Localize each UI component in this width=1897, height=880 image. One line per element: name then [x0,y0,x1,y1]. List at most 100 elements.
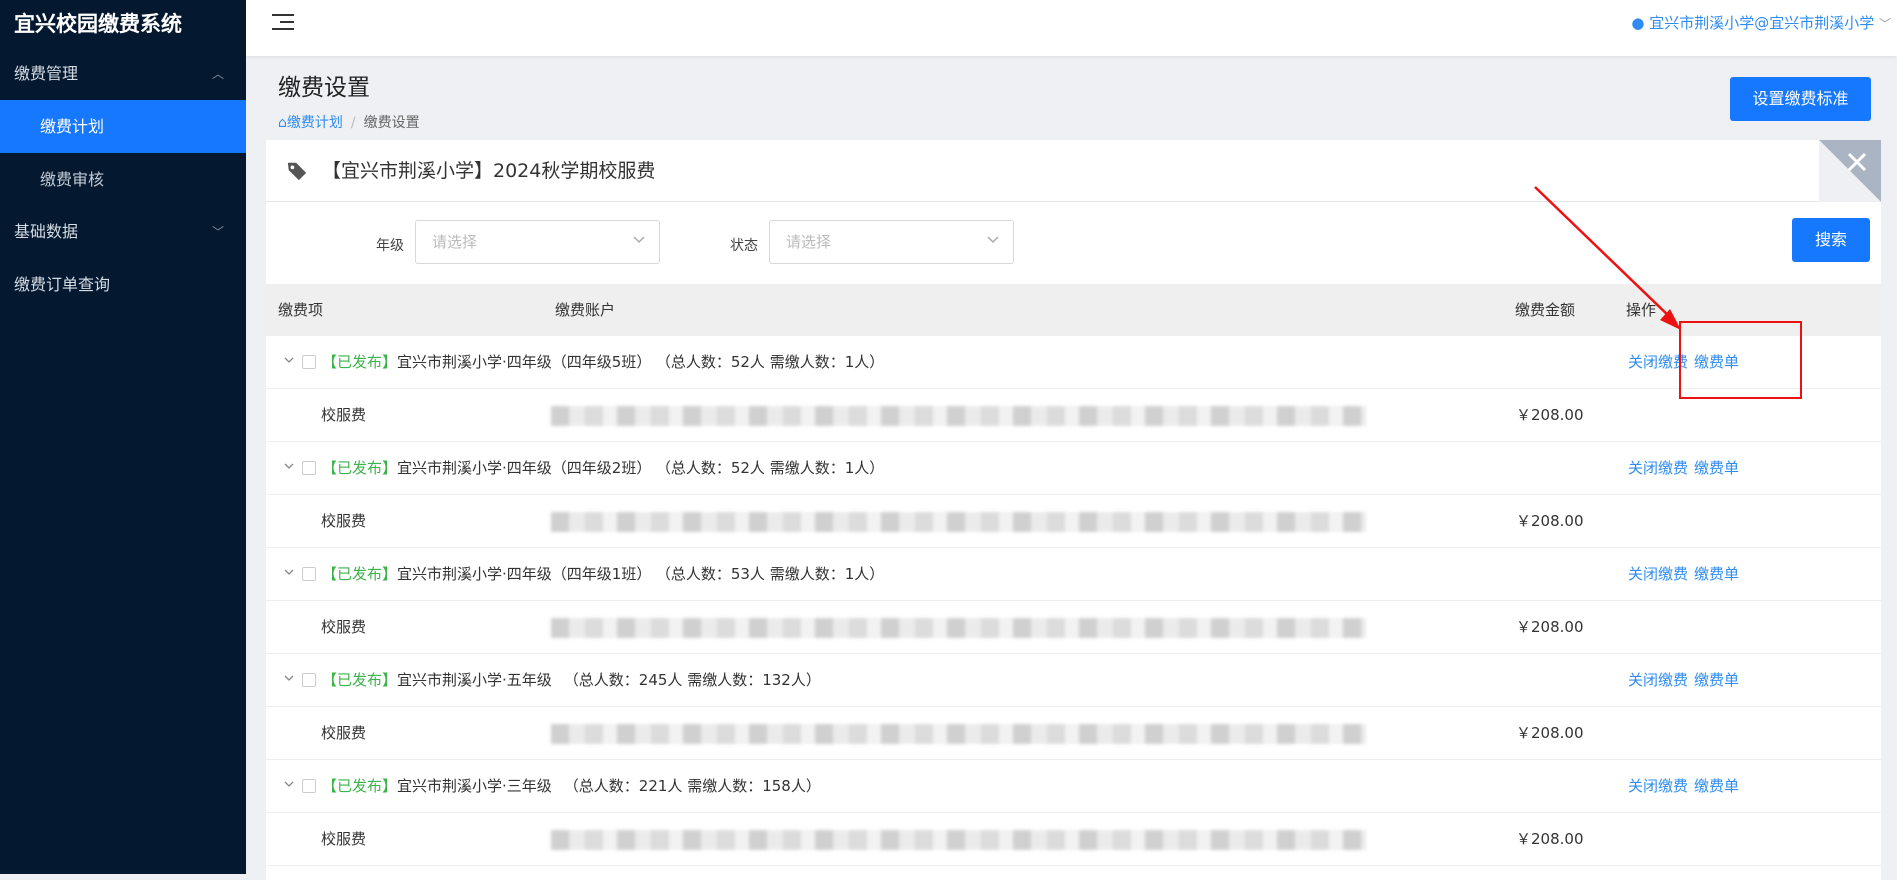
row-checkbox[interactable] [302,461,316,475]
page-title: 缴费设置 [278,75,370,101]
chevron-down-icon [987,236,999,244]
chevron-down-icon[interactable] [283,354,295,366]
group-counts: （总人数：52人 需缴人数：1人） [663,459,885,477]
row-actions: 关闭缴费 缴费单 [1628,548,1745,601]
home-icon[interactable]: ⌂ [278,115,287,131]
table-row: 校服费 ￥208.00 [266,601,1881,654]
chevron-down-icon: ﹀ [211,225,224,239]
row-checkbox[interactable] [302,355,316,369]
group-name: 宜兴市荆溪小学·五年级 [397,671,552,689]
status-placeholder: 请选择 [786,233,832,251]
fee-amount: ￥208.00 [1516,406,1584,424]
user-icon: ● [1631,14,1645,32]
payment-bill-link[interactable]: 缴费单 [1694,671,1739,689]
row-checkbox[interactable] [302,567,316,581]
close-payment-link[interactable]: 关闭缴费 [1628,671,1688,689]
grade-select[interactable]: 请选择 [415,220,660,264]
group-text: 【已发布】宜兴市荆溪小学·四年级（四年级2班） （总人数：52人 需缴人数：1人） [322,442,884,495]
table-header: 缴费项 缴费账户 缴费金额 操作 [266,284,1881,336]
table-row: 校服费 ￥208.00 [266,495,1881,548]
row-actions: 关闭缴费 缴费单 [1628,654,1745,707]
chevron-down-icon[interactable] [283,672,295,684]
row-actions: 关闭缴费 缴费单 [1628,760,1745,813]
account-redacted [551,618,1366,638]
col-item: 缴费项 [278,301,324,319]
status-badge: 【已发布】 [322,353,398,371]
chevron-down-icon[interactable] [283,778,295,790]
plan-title: 【宜兴市荆溪小学】2024秋学期校服费 [322,159,656,182]
group-counts: （总人数：245人 需缴人数：132人） [563,671,821,689]
menu-toggle-icon[interactable] [272,14,294,32]
sidebar-item-order-query[interactable]: 缴费订单查询 [0,258,246,312]
fee-amount: ￥208.00 [1516,724,1584,742]
payment-bill-link[interactable]: 缴费单 [1694,459,1739,477]
app-title: 宜兴校园缴费系统 [14,12,182,36]
set-standard-button[interactable]: 设置缴费标准 [1730,77,1871,121]
chevron-down-icon [633,236,645,244]
row-checkbox[interactable] [302,779,316,793]
user-menu[interactable]: ● 宜兴市荆溪小学@宜兴市荆溪小学 ﹀ [1631,12,1891,33]
annotation-highlight-box [1679,321,1802,399]
breadcrumb: ⌂缴费计划 / 缴费设置 [278,115,420,131]
table-group-row: 【已发布】宜兴市荆溪小学·四年级（四年级1班） （总人数：53人 需缴人数：1人）… [266,548,1881,601]
user-name: 宜兴市荆溪小学@宜兴市荆溪小学 [1649,14,1875,32]
fee-name: 校服费 [321,512,367,530]
menu-group-payment-management[interactable]: 缴费管理 ︿ [0,48,246,100]
table-group-row: 【已发布】宜兴市荆溪小学·三年级 （总人数：221人 需缴人数：158人） 关闭缴费… [266,760,1881,813]
close-payment-link[interactable]: 关闭缴费 [1628,459,1688,477]
group-name: 宜兴市荆溪小学·四年级（四年级2班） [397,459,652,477]
status-label: 状态 [730,238,758,254]
status-badge: 【已发布】 [322,565,398,583]
sidebar-item-payment-plan[interactable]: 缴费计划 [0,100,246,153]
account-redacted [551,724,1366,744]
menu-group-label: 基础数据 [14,222,79,241]
breadcrumb-home[interactable]: 缴费计划 [287,115,343,131]
tag-icon [287,162,307,180]
group-counts: （总人数：53人 需缴人数：1人） [663,565,885,583]
chevron-down-icon[interactable] [283,460,295,472]
close-payment-link[interactable]: 关闭缴费 [1628,565,1688,583]
table-group-row: 【已发布】宜兴市荆溪小学·五年级 （总人数：245人 需缴人数：132人） 关闭缴费… [266,654,1881,707]
fee-amount: ￥208.00 [1516,830,1584,848]
chevron-down-icon: ﹀ [1878,17,1891,31]
row-actions: 关闭缴费 缴费单 [1628,442,1745,495]
plan-card: 【宜兴市荆溪小学】2024秋学期校服费 年级 请选择 状态 请选择 缴费项 缴费… [266,140,1881,880]
fee-amount: ￥208.00 [1516,512,1584,530]
row-checkbox[interactable] [302,673,316,687]
group-name: 宜兴市荆溪小学·四年级（四年级1班） [397,565,652,583]
menu-group-basic-data[interactable]: 基础数据 ﹀ [0,206,246,258]
fee-amount: ￥208.00 [1516,618,1584,636]
col-account: 缴费账户 [555,301,616,319]
sidebar-item-payment-review[interactable]: 缴费审核 [0,153,246,206]
fee-name: 校服费 [321,724,367,742]
account-redacted [551,830,1366,850]
table-group-row: 【已发布】宜兴市荆溪小学·四年级（四年级5班） （总人数：52人 需缴人数：1人）… [266,336,1881,389]
col-ops: 操作 [1626,301,1657,319]
topbar: ● 宜兴市荆溪小学@宜兴市荆溪小学 ﹀ [246,0,1897,56]
group-text: 【已发布】宜兴市荆溪小学·四年级（四年级1班） （总人数：53人 需缴人数：1人） [322,548,884,601]
group-name: 宜兴市荆溪小学·三年级 [397,777,552,795]
table-row: 校服费 ￥208.00 [266,707,1881,760]
close-payment-link[interactable]: 关闭缴费 [1628,777,1688,795]
group-counts: （总人数：52人 需缴人数：1人） [663,353,885,371]
menu-group-label: 缴费管理 [14,64,79,83]
grade-label: 年级 [376,238,404,254]
chevron-up-icon: ︿ [211,67,224,81]
search-button[interactable]: 搜索 [1792,218,1870,262]
table-row: 校服费 ￥208.00 [266,813,1881,866]
breadcrumb-current: 缴费设置 [363,115,420,131]
plan-title-bar: 【宜兴市荆溪小学】2024秋学期校服费 [266,140,1881,202]
payment-bill-link[interactable]: 缴费单 [1694,777,1739,795]
status-badge: 【已发布】 [322,459,398,477]
group-text: 【已发布】宜兴市荆溪小学·四年级（四年级5班） （总人数：52人 需缴人数：1人） [322,336,884,389]
payment-bill-link[interactable]: 缴费单 [1694,565,1739,583]
status-select[interactable]: 请选择 [769,220,1014,264]
status-badge: 【已发布】 [322,777,398,795]
table-body: 【已发布】宜兴市荆溪小学·四年级（四年级5班） （总人数：52人 需缴人数：1人）… [266,336,1881,866]
account-redacted [551,512,1366,532]
account-redacted [551,406,1366,426]
table-group-row: 【已发布】宜兴市荆溪小学·四年级（四年级2班） （总人数：52人 需缴人数：1人）… [266,442,1881,495]
close-icon[interactable] [1819,140,1881,202]
chevron-down-icon[interactable] [283,566,295,578]
sidebar: 宜兴校园缴费系统 缴费管理 ︿ 缴费计划 缴费审核 基础数据 ﹀ 缴费订单查询 [0,0,246,874]
